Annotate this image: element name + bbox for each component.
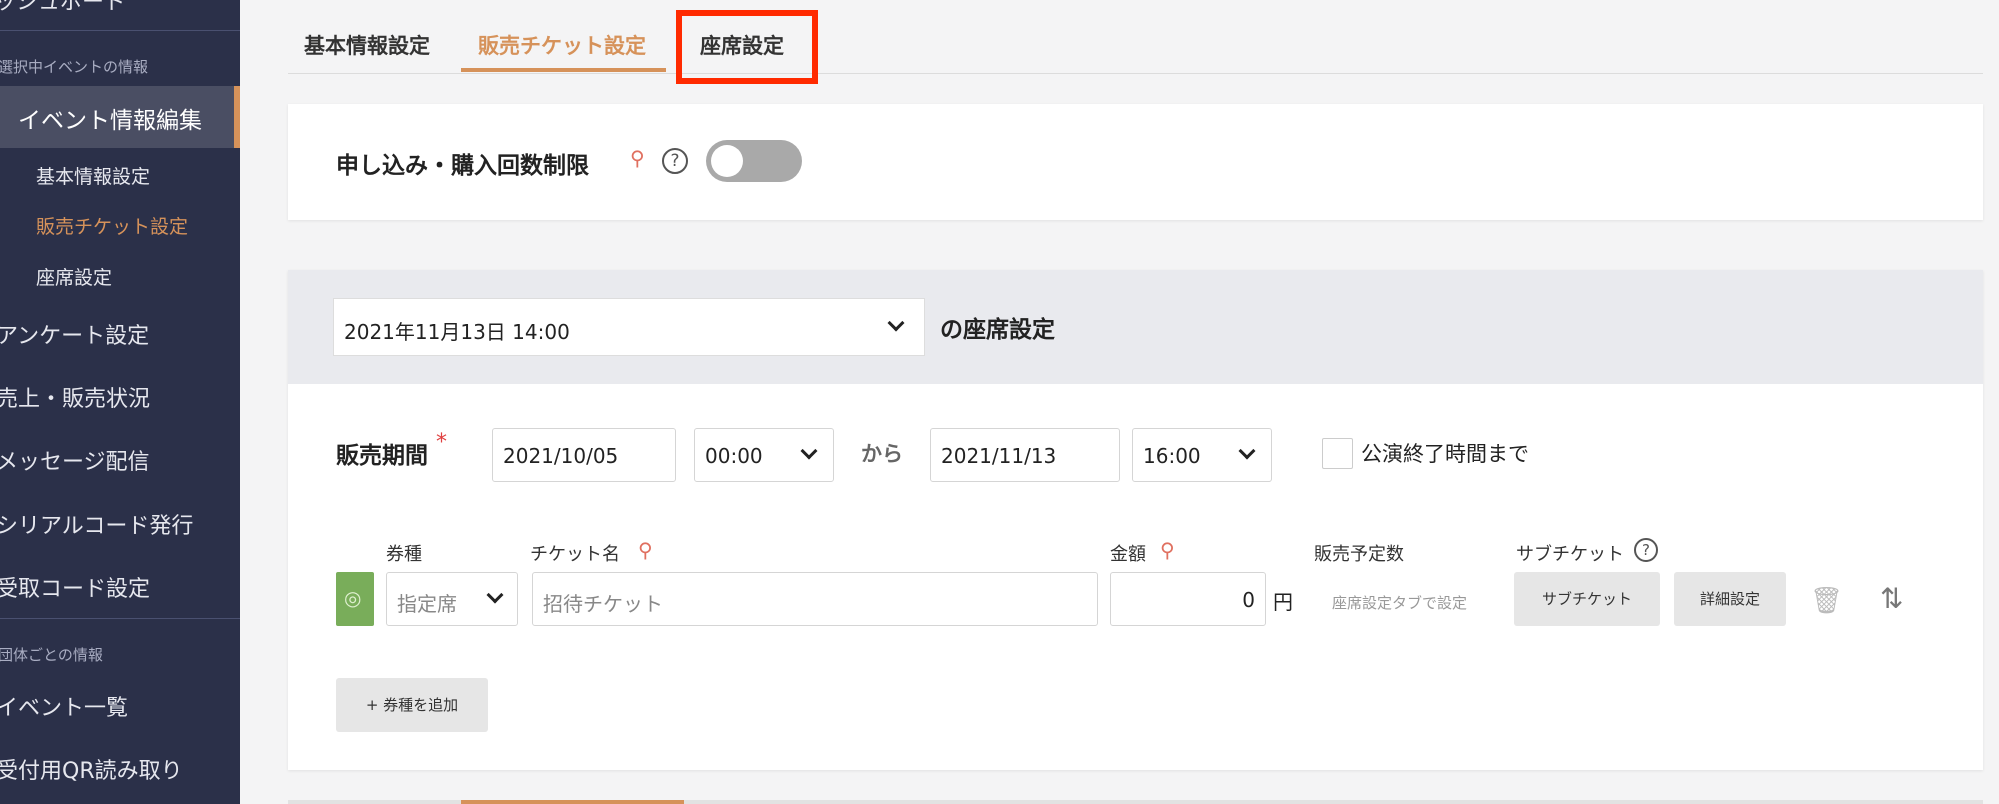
price-value: 0 [1242, 588, 1255, 612]
tab-seats-highlight [676, 10, 818, 84]
end-date-input[interactable]: 2021/11/13 [930, 428, 1120, 482]
until-end-label: 公演終了時間まで [1361, 442, 1529, 466]
sidebar-sub-basic[interactable]: 基本情報設定 [36, 162, 150, 189]
pin-off-icon: ⚲ [630, 146, 645, 170]
sidebar-item-receipt[interactable]: 受取コード設定 [0, 571, 150, 603]
start-date-value: 2021/10/05 [503, 444, 619, 468]
performance-date-value: 2021年11月13日 14:00 [344, 320, 570, 344]
start-time-select[interactable]: 00:00 [694, 428, 834, 482]
required-mark: * [436, 430, 447, 455]
purchase-limit-toggle[interactable] [706, 140, 802, 182]
next-card-accent [461, 800, 684, 804]
col-header-price: 金額 [1110, 544, 1146, 565]
sidebar-item-dashboard[interactable]: ッシュボード [0, 0, 126, 16]
sidebar-item-events[interactable]: イベント一覧 [0, 690, 128, 722]
chevron-down-icon [486, 586, 504, 604]
purchase-limit-card: 申し込み・購入回数制限 ⚲ ? [288, 104, 1983, 220]
sidebar-sub-tickets[interactable]: 販売チケット設定 [36, 212, 188, 239]
end-date-value: 2021/11/13 [941, 444, 1057, 468]
sidebar-item-serial[interactable]: シリアルコード発行 [0, 508, 193, 540]
sidebar-item-qr[interactable]: 受付用QR読み取り [0, 753, 183, 785]
active-tab-underline [461, 68, 666, 72]
chevron-down-icon [887, 314, 905, 332]
sidebar-sub-seats[interactable]: 座席設定 [36, 263, 112, 290]
sidebar-item-label: イベント情報編集 [18, 108, 202, 134]
col-header-type: 券種 [386, 544, 422, 565]
col-header-sub: サブチケット [1516, 544, 1624, 565]
sales-period-label: 販売期間 [336, 443, 428, 469]
seat-settings-card: 2021年11月13日 14:00 の座席設定 販売期間 * 2021/10/0… [288, 270, 1983, 770]
ticket-type-value: 指定席 [397, 592, 457, 616]
ticket-name-placeholder: 招待チケット [543, 592, 663, 616]
col-header-planned: 販売予定数 [1314, 544, 1404, 565]
chevron-down-icon [1238, 442, 1256, 460]
sidebar-section-event: 選択中イベントの情報 [0, 58, 149, 76]
add-ticket-type-button[interactable]: + 券種を追加 [336, 678, 488, 732]
start-date-input[interactable]: 2021/10/05 [492, 428, 676, 482]
sidebar-item-sales[interactable]: 売上・販売状況 [0, 381, 150, 413]
question-circle-icon[interactable]: ? [1634, 538, 1658, 562]
ticket-type-select[interactable]: 指定席 [386, 572, 518, 626]
toggle-knob [711, 145, 743, 177]
sidebar-item-survey[interactable]: アンケート設定 [0, 318, 149, 350]
start-time-value: 00:00 [705, 444, 763, 468]
tab-tickets[interactable]: 販売チケット設定 [478, 30, 646, 60]
trash-icon[interactable]: 🗑 [1810, 586, 1843, 616]
detail-settings-button[interactable]: 詳細設定 [1674, 572, 1786, 626]
tab-basic[interactable]: 基本情報設定 [304, 30, 430, 60]
sidebar: ッシュボード 選択中イベントの情報 イベント情報編集 基本情報設定 販売チケット… [0, 0, 240, 804]
sidebar-item-event-edit[interactable]: イベント情報編集 [0, 86, 240, 148]
end-time-select[interactable]: 16:00 [1132, 428, 1272, 482]
price-input[interactable]: 0 [1110, 572, 1266, 626]
performance-date-select[interactable]: 2021年11月13日 14:00 [333, 298, 925, 356]
tab-bar: 基本情報設定 販売チケット設定 座席設定 [288, 0, 1983, 74]
seat-settings-title: の座席設定 [940, 317, 1055, 343]
chevron-down-icon [800, 442, 818, 460]
currency-label: 円 [1273, 590, 1293, 614]
seat-settings-header: 2021年11月13日 14:00 の座席設定 [288, 270, 1983, 384]
sort-icon[interactable]: ⇅ [1880, 582, 1903, 615]
end-time-value: 16:00 [1143, 444, 1201, 468]
sidebar-divider [0, 30, 240, 31]
ticket-name-input[interactable]: 招待チケット [532, 572, 1098, 626]
planned-count-note: 座席設定タブで設定 [1332, 594, 1468, 612]
pin-off-icon: ⚲ [1160, 538, 1175, 562]
from-label: から [861, 442, 903, 466]
sub-ticket-button[interactable]: サブチケット [1514, 572, 1660, 626]
visibility-toggle-button[interactable]: ◎ [336, 572, 374, 626]
purchase-limit-label: 申し込み・購入回数制限 [336, 153, 589, 179]
eye-off-icon: ◎ [344, 586, 362, 610]
until-end-checkbox[interactable] [1322, 438, 1353, 469]
sidebar-item-messages[interactable]: メッセージ配信 [0, 444, 150, 476]
sidebar-divider [0, 618, 240, 619]
question-circle-icon[interactable]: ? [662, 148, 688, 174]
sidebar-section-org: 団体ごとの情報 [0, 646, 103, 664]
pin-off-icon: ⚲ [638, 538, 653, 562]
col-header-name: チケット名 [530, 544, 620, 565]
